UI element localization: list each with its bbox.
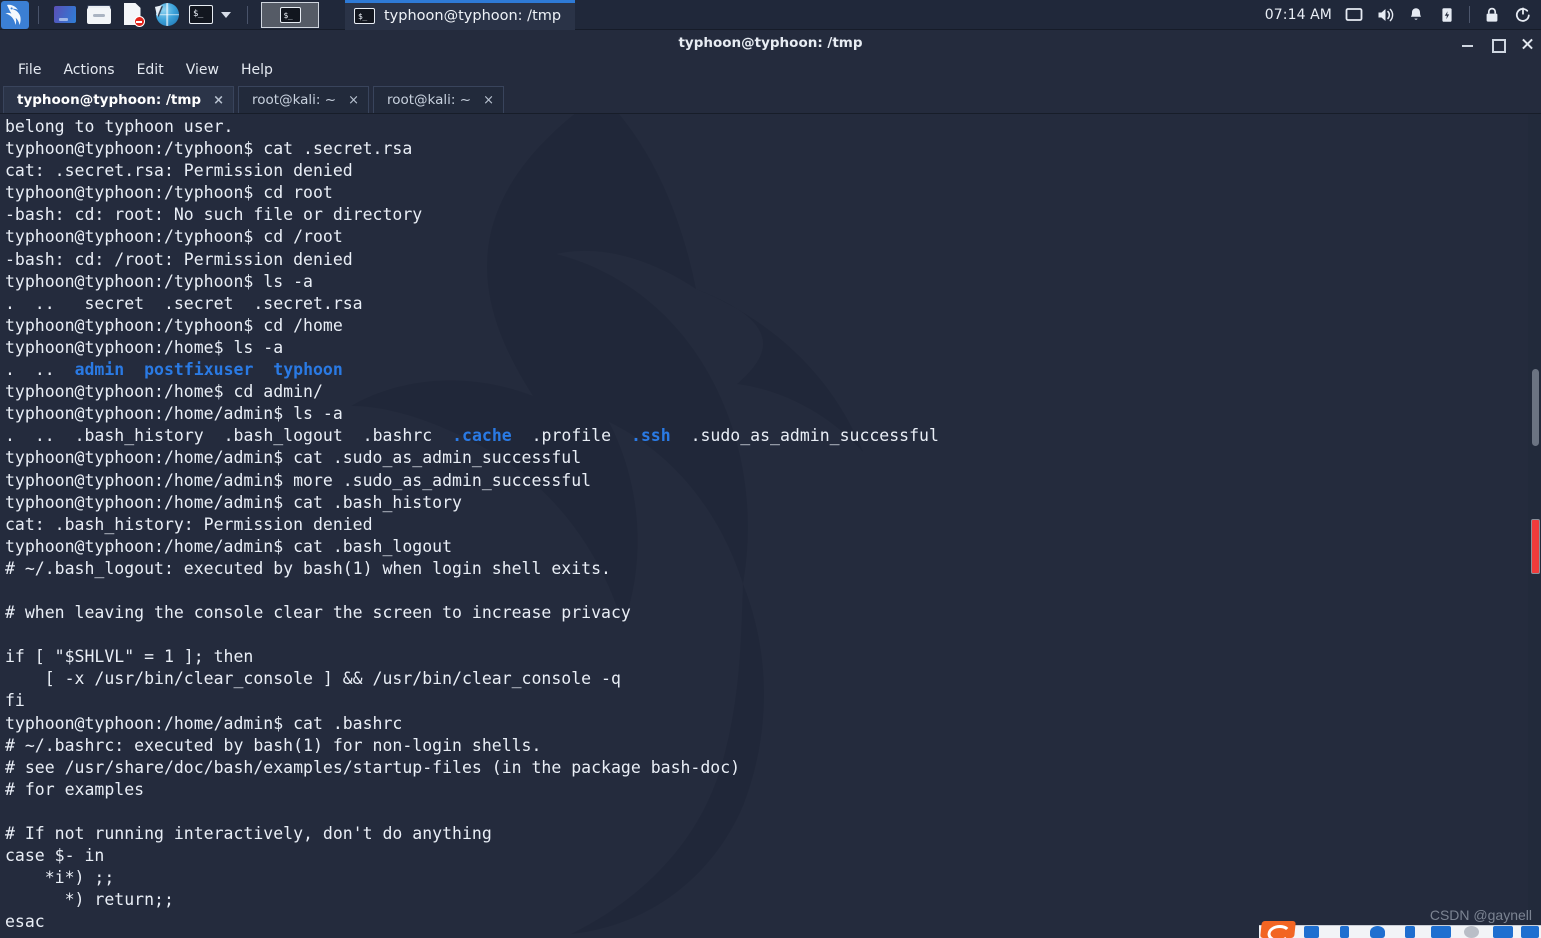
terminal-screen[interactable]: belong to typhoon user. typhoon@typhoon:/… bbox=[0, 114, 1541, 938]
tabbar: typhoon@typhoon: /tmp × root@kali: ~ × r… bbox=[0, 84, 1541, 114]
terminal-line: belong to typhoon user. bbox=[5, 117, 234, 136]
terminal-line: typhoon@typhoon:/home/admin$ cat .sudo_a… bbox=[5, 448, 582, 468]
terminal-scrollbar[interactable] bbox=[1528, 114, 1541, 938]
menu-help[interactable]: Help bbox=[232, 59, 282, 81]
maximize-button[interactable] bbox=[1491, 37, 1506, 53]
terminal-line: typhoon@typhoon:/home/admin$ more .sudo_… bbox=[5, 470, 592, 490]
terminal-line: cat: .secret.rsa: Permission denied bbox=[5, 161, 353, 181]
chevron-down-icon[interactable] bbox=[221, 11, 231, 18]
window-controls bbox=[1461, 30, 1534, 56]
terminal-line: typhoon@typhoon:/home/admin$ cat .bashrc bbox=[5, 713, 403, 733]
terminal-line: . .. secret .secret .secret.rsa bbox=[5, 293, 363, 313]
terminal-line: # when leaving the console clear the scr… bbox=[5, 603, 631, 623]
directory-entry: postfixuser bbox=[144, 360, 254, 380]
terminal-line: esac bbox=[5, 912, 45, 932]
tray-divider bbox=[1469, 6, 1470, 23]
tab-close-icon[interactable]: × bbox=[483, 94, 494, 107]
terminal-line: typhoon@typhoon:/home/admin$ cat .bash_l… bbox=[5, 536, 453, 556]
terminal-line: . .. .bash_history .bash_logout .bashrc … bbox=[5, 426, 939, 446]
taskbar-window-label: typhoon@typhoon: /tmp bbox=[384, 8, 562, 24]
window-title: typhoon@typhoon: /tmp bbox=[678, 35, 863, 51]
directory-entry: .ssh bbox=[630, 426, 671, 446]
show-desktop-window-button[interactable]: $_ bbox=[261, 1, 319, 28]
terminal-line: typhoon@typhoon:/typhoon$ cd /root bbox=[5, 227, 343, 247]
terminal-line: # ~/.bashrc: executed by bash(1) for non… bbox=[5, 735, 542, 755]
menu-actions[interactable]: Actions bbox=[54, 59, 123, 81]
lock-icon[interactable] bbox=[1483, 6, 1501, 24]
system-tray: 07:14 AM bbox=[1265, 0, 1541, 30]
tab-label: typhoon@typhoon: /tmp bbox=[17, 92, 202, 108]
terminal-line: typhoon@typhoon:/typhoon$ cd /home bbox=[5, 315, 343, 335]
terminal-line: -bash: cd: /root: Permission denied bbox=[5, 249, 353, 269]
minimize-button[interactable] bbox=[1461, 37, 1474, 50]
directory-entry: typhoon bbox=[273, 360, 343, 380]
terminal-line: if [ "$SHLVL" = 1 ]; then bbox=[5, 647, 254, 667]
terminal-line: . .. admin postfixuser typhoon bbox=[5, 360, 343, 380]
terminal-line: # ~/.bash_logout: executed by bash(1) wh… bbox=[5, 558, 611, 578]
tab-label: root@kali: ~ bbox=[386, 92, 472, 108]
tab-root-kali-2[interactable]: root@kali: ~ × bbox=[372, 86, 504, 113]
terminal-line: # see /usr/share/doc/bash/examples/start… bbox=[5, 757, 741, 777]
terminal-line: *) return;; bbox=[5, 890, 174, 910]
terminal-line: [ -x /usr/bin/clear_console ] && /usr/bi… bbox=[5, 669, 621, 689]
panel-divider-2 bbox=[247, 5, 248, 24]
terminal-line: # If not running interactively, don't do… bbox=[5, 824, 492, 843]
terminal-line: fi bbox=[5, 691, 25, 711]
directory-entry: .cache bbox=[452, 426, 512, 446]
terminal-icon[interactable]: $_ bbox=[188, 2, 214, 28]
display-icon[interactable] bbox=[1345, 6, 1363, 24]
volume-icon[interactable] bbox=[1376, 6, 1394, 24]
csdn-watermark: CSDN @gaynell bbox=[1429, 907, 1532, 923]
menu-view[interactable]: View bbox=[177, 59, 228, 81]
terminal-line: cat: .bash_history: Permission denied bbox=[5, 514, 373, 534]
terminal-icon: $_ bbox=[354, 8, 375, 24]
menu-edit[interactable]: Edit bbox=[128, 59, 173, 81]
terminal-line: *i*) ;; bbox=[5, 868, 115, 888]
terminal-line: typhoon@typhoon:/home/admin$ ls -a bbox=[5, 404, 343, 424]
battery-icon[interactable] bbox=[1438, 6, 1456, 24]
taskbar-window-typhoon-tmp[interactable]: $_ typhoon@typhoon: /tmp bbox=[345, 0, 576, 30]
scrollbar-thumb[interactable] bbox=[1532, 369, 1539, 446]
terminal-line: typhoon@typhoon:/typhoon$ ls -a bbox=[5, 271, 313, 291]
menubar: File Actions Edit View Help bbox=[0, 56, 1541, 84]
terminal-line: typhoon@typhoon:/home$ ls -a bbox=[5, 337, 284, 357]
panel-divider bbox=[38, 5, 39, 24]
terminal-line: typhoon@typhoon:/typhoon$ cd root bbox=[5, 183, 333, 203]
terminal-icon: $_ bbox=[279, 6, 301, 23]
tab-close-icon[interactable]: × bbox=[348, 94, 359, 107]
tab-root-kali-1[interactable]: root@kali: ~ × bbox=[238, 86, 369, 113]
notification-bell-icon[interactable] bbox=[1407, 6, 1425, 24]
tab-label: root@kali: ~ bbox=[252, 92, 337, 108]
text-editor-icon[interactable] bbox=[120, 2, 146, 28]
terminal-line: # for examples bbox=[5, 779, 145, 799]
tab-typhoon-tmp[interactable]: typhoon@typhoon: /tmp × bbox=[3, 86, 234, 113]
scrollbar-marker[interactable] bbox=[1531, 519, 1540, 574]
terminal-line: typhoon@typhoon:/home$ cd admin/ bbox=[5, 382, 323, 402]
power-logout-icon[interactable] bbox=[1514, 6, 1532, 24]
web-browser-icon[interactable] bbox=[154, 2, 180, 28]
window-titlebar[interactable]: typhoon@typhoon: /tmp bbox=[0, 30, 1541, 56]
clock[interactable]: 07:14 AM bbox=[1265, 7, 1332, 23]
directory-entry: admin bbox=[74, 360, 125, 380]
menu-file[interactable]: File bbox=[9, 59, 50, 81]
terminal-line: case $- in bbox=[5, 846, 105, 866]
applications-menu-icon[interactable] bbox=[52, 2, 78, 28]
terminal-window: typhoon@typhoon: /tmp File Actions Edit … bbox=[0, 30, 1541, 938]
kali-dragon-logo[interactable] bbox=[1, 0, 29, 29]
top-panel: $_ $_ $_ typhoon@typhoon: /tmp 07:14 AM bbox=[0, 0, 1541, 30]
terminal-output: belong to typhoon user. typhoon@typhoon:/… bbox=[5, 116, 1505, 933]
close-button[interactable] bbox=[1521, 37, 1534, 50]
tab-close-icon[interactable]: × bbox=[213, 94, 224, 107]
terminal-line: typhoon@typhoon:/typhoon$ cat .secret.rs… bbox=[5, 139, 413, 159]
terminal-line: -bash: cd: root: No such file or directo… bbox=[5, 205, 423, 225]
file-manager-icon[interactable] bbox=[86, 2, 112, 28]
terminal-line: typhoon@typhoon:/home/admin$ cat .bash_h… bbox=[5, 492, 462, 512]
